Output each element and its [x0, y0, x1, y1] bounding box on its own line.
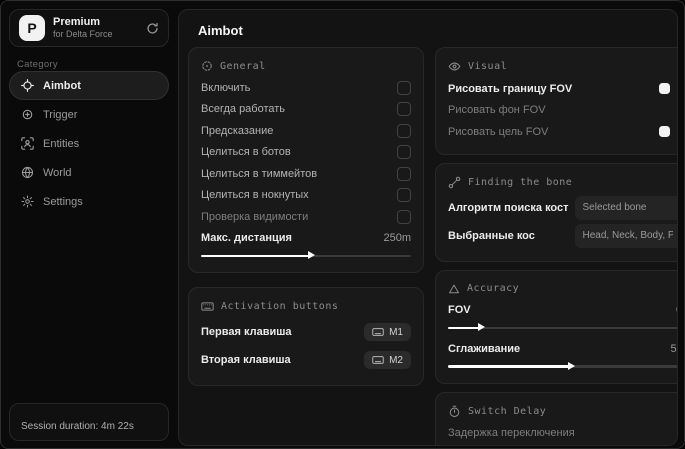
color-swatch[interactable]	[658, 126, 670, 138]
stopwatch-icon	[448, 405, 461, 418]
slider-thumb[interactable]	[308, 251, 316, 259]
sidebar-item-settings[interactable]: Settings	[9, 187, 169, 216]
keyboard-icon	[372, 326, 384, 338]
slider-thumb[interactable]	[568, 361, 576, 370]
sidebar-item-aimbot[interactable]: Aimbot	[9, 71, 169, 100]
sidebar-item-label: Aimbot	[43, 79, 81, 92]
fov-row: FOV 60°	[448, 300, 677, 322]
fov-value: 60°	[676, 304, 677, 316]
sidebar-item-label: Entities	[43, 137, 80, 150]
crosshair-icon	[21, 79, 34, 92]
card-title: Visual	[468, 61, 508, 72]
color-swatch[interactable]	[658, 83, 670, 95]
sidebar-item-label: World	[43, 166, 72, 179]
target-dashed-icon	[201, 60, 213, 72]
max-distance-row: Макс. дистанция 250m	[201, 232, 411, 245]
checkbox[interactable]	[397, 145, 411, 160]
keyboard-icon	[201, 300, 214, 313]
draw-fov-border-row: Рисовать границу FOV	[448, 78, 677, 100]
triangle-icon	[448, 283, 460, 295]
activation-buttons-card: Activation buttons Первая клавиша M1 Вто…	[188, 287, 424, 386]
card-title: Finding the bone	[468, 176, 573, 188]
switch-delay-card: Switch Delay Задержка переключения Задер…	[435, 391, 677, 445]
sidebar-item-label: Trigger	[43, 108, 78, 121]
person-scan-icon	[21, 137, 34, 150]
selected-bones-row: Выбранные кос Head, Neck, Body, Pe..	[448, 222, 678, 250]
product-name: Premium	[53, 16, 101, 28]
setting-row-enable: Включить	[201, 77, 411, 99]
checkbox[interactable]	[397, 80, 411, 95]
bone-algorithm-select[interactable]: Selected bone	[574, 195, 678, 220]
app-logo: P	[19, 15, 45, 41]
setting-row-target-teammates: Целиться в тиммейтов	[201, 163, 411, 185]
fov-slider[interactable]	[448, 322, 677, 333]
finding-the-bone-card: Finding the bone Алгоритм поиска кост Se…	[435, 162, 678, 262]
bone-icon	[448, 176, 461, 189]
first-key-row: Первая клавиша M1	[201, 318, 411, 346]
draw-fov-target-row: Рисовать цель FOV	[448, 121, 677, 143]
max-distance-value: 250m	[383, 232, 411, 245]
visual-card: Visual Рисовать границу FOV Рисовать фон…	[435, 47, 677, 155]
keyboard-icon	[372, 354, 384, 366]
sidebar-item-label: Settings	[43, 195, 83, 208]
card-title: Activation buttons	[221, 301, 339, 312]
setting-row-target-bots: Целиться в ботов	[201, 142, 411, 164]
refresh-icon[interactable]	[146, 22, 159, 35]
max-distance-slider[interactable]	[201, 250, 411, 261]
slider-thumb[interactable]	[477, 323, 485, 331]
chevron-up-down-icon	[677, 202, 678, 213]
bone-algorithm-row: Алгоритм поиска кост Selected bone	[448, 194, 678, 222]
sidebar-item-world[interactable]: World	[9, 158, 169, 187]
checkbox[interactable]	[397, 188, 411, 203]
smoothing-value: 50%	[670, 342, 677, 355]
setting-row-visibility-check: Проверка видимости	[201, 206, 411, 228]
page-title: Aimbot	[198, 23, 243, 38]
session-duration-label: Session duration: 4m 22s	[21, 421, 134, 432]
smoothing-row: Сглаживание 50%	[448, 338, 677, 360]
chevron-up-down-icon	[677, 230, 678, 241]
general-card: General Включить Всегда работать Предска…	[188, 47, 424, 273]
key-label: M1	[389, 326, 403, 338]
first-key-button[interactable]: M1	[364, 323, 411, 341]
checkbox[interactable]	[397, 102, 411, 117]
checkbox[interactable]	[397, 209, 411, 224]
selected-bones-select[interactable]: Head, Neck, Body, Pe..	[574, 223, 678, 248]
checkbox[interactable]	[397, 123, 411, 138]
setting-row-target-knocked: Целиться в нокнутых	[201, 185, 411, 207]
eye-icon	[448, 60, 461, 73]
setting-row-always-work: Всегда работать	[201, 99, 411, 121]
checkbox[interactable]	[397, 166, 411, 181]
card-title: Accuracy	[467, 283, 520, 294]
smoothing-slider[interactable]	[448, 361, 677, 372]
license-card: P Premium for Delta Force	[9, 9, 169, 47]
select-value: Selected bone	[582, 202, 647, 213]
sidebar-item-trigger[interactable]: Trigger	[9, 100, 169, 129]
product-subtitle: for Delta Force	[53, 29, 113, 40]
session-duration-box: Session duration: 4m 22s	[9, 403, 169, 441]
select-value: Head, Neck, Body, Pe..	[582, 230, 673, 241]
key-label: M2	[389, 354, 403, 366]
sidebar-nav: Aimbot Trigger Entities World Settings	[9, 71, 169, 216]
second-key-row: Вторая клавиша M2	[201, 346, 411, 374]
setting-row-prediction: Предсказание	[201, 120, 411, 142]
trigger-crosshair-icon	[21, 108, 34, 121]
second-key-button[interactable]: M2	[364, 351, 411, 369]
accuracy-card: Accuracy FOV 60° Сглаживание 50%	[435, 269, 677, 384]
draw-fov-background-row: Рисовать фон FOV	[448, 100, 677, 122]
card-title: General	[220, 60, 266, 72]
globe-icon	[21, 166, 34, 179]
app-window: P Premium for Delta Force Category Aimbo…	[0, 0, 685, 449]
category-label: Category	[17, 59, 58, 70]
sidebar: P Premium for Delta Force Category Aimbo…	[1, 1, 177, 448]
switch-delay-ms-row: Задержка переключения (мс) 1000 ms	[448, 444, 677, 445]
card-title: Switch Delay	[468, 405, 547, 417]
gear-icon	[21, 195, 34, 208]
switch-delay-enable-row: Задержка переключения	[448, 423, 677, 445]
main-panel: Aimbot General Включить Всегда работать …	[178, 9, 678, 446]
sidebar-item-entities[interactable]: Entities	[9, 129, 169, 158]
